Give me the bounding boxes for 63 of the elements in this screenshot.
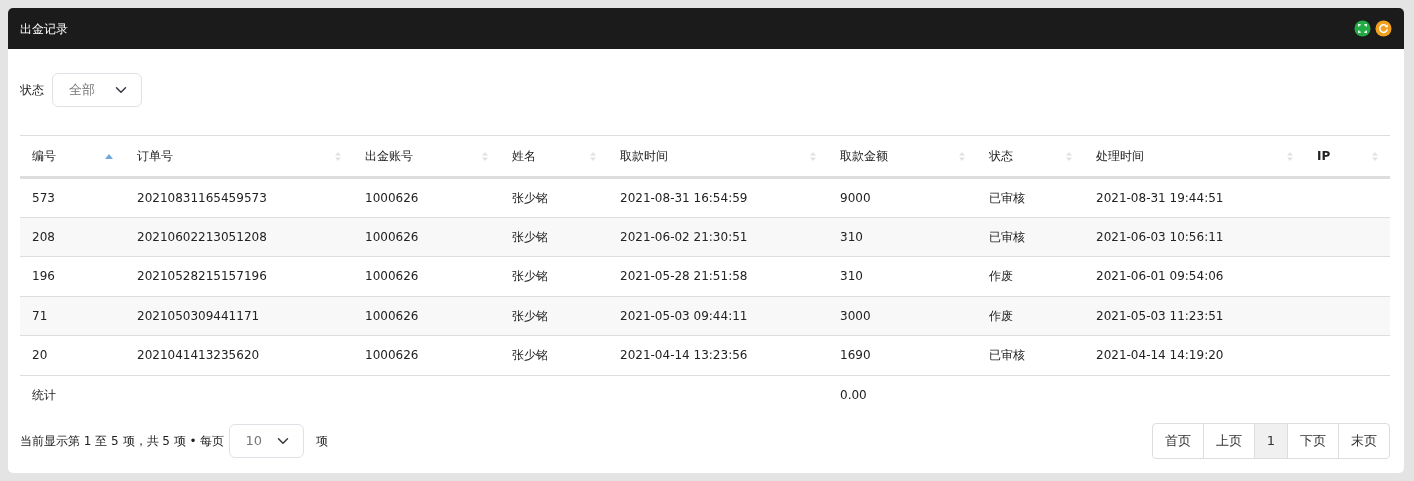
table-cell: 20 (32, 348, 48, 363)
column-header[interactable]: 编号 (20, 135, 125, 178)
table-cell: 1000626 (365, 348, 419, 363)
column-header[interactable]: 取款时间 (608, 135, 828, 178)
table-cell: 已审核 (989, 348, 1025, 363)
table-cell: 1690 (840, 348, 871, 363)
table-cell: 2021-05-28 21:51:58 (620, 269, 748, 284)
table-cell: 2021-05-03 09:44:11 (620, 308, 748, 323)
table-cell: 2021050309441171 (137, 308, 260, 323)
table-cell: 310 (840, 269, 863, 284)
table-cell: 2021-08-31 16:54:59 (620, 190, 748, 205)
refresh-icon[interactable] (1375, 20, 1392, 37)
page-size-dropdown[interactable]: 10 (228, 423, 304, 458)
summary-total: 0.00 (840, 388, 867, 402)
column-header[interactable]: 出金账号 (353, 135, 500, 178)
status-dropdown[interactable]: 全部 (52, 73, 142, 107)
table-cell: 1000626 (365, 229, 419, 244)
table-cell: 已审核 (989, 190, 1025, 205)
column-header[interactable]: IP (1305, 135, 1390, 178)
fullscreen-icon[interactable] (1354, 20, 1371, 37)
table-cell: 张少铭 (512, 308, 548, 323)
column-header[interactable]: 取款金额 (828, 135, 977, 178)
page-button[interactable]: 首页 (1151, 422, 1204, 459)
table-cell: 2021-06-02 21:30:51 (620, 229, 748, 244)
page-button[interactable]: 末页 (1338, 422, 1390, 459)
table-cell: 20210831165459573 (137, 190, 267, 205)
column-header[interactable]: 状态 (977, 135, 1084, 178)
column-header[interactable]: 处理时间 (1084, 135, 1305, 178)
table-cell: 张少铭 (512, 269, 548, 284)
page-button[interactable]: 上页 (1202, 422, 1255, 459)
table-cell: 310 (840, 229, 863, 244)
table-cell: 2021-05-03 11:23:51 (1096, 308, 1224, 323)
table-cell: 已审核 (989, 229, 1025, 244)
table-cell: 作废 (989, 269, 1013, 284)
table-cell: 2021041413235620 (137, 348, 260, 363)
table-cell: 1000626 (365, 190, 419, 205)
table-cell: 作废 (989, 308, 1013, 323)
table-cell: 1000626 (365, 308, 419, 323)
table-cell: 3000 (840, 308, 871, 323)
table-cell: 208 (32, 229, 55, 244)
table-cell: 20210602213051208 (137, 229, 267, 244)
table-cell: 2021-06-01 09:54:06 (1096, 269, 1224, 284)
table-cell: 196 (32, 269, 55, 284)
pagination-info: 当前显示第 1 至 5 项，共 5 项 • 每页 (20, 432, 225, 450)
table-cell: 573 (32, 190, 55, 205)
page-size-unit: 项 (315, 432, 328, 450)
column-header[interactable]: 姓名 (500, 135, 608, 178)
table-cell: 1000626 (365, 269, 419, 284)
table-cell: 张少铭 (512, 348, 548, 363)
table-cell: 9000 (840, 190, 871, 205)
panel-title: 出金记录 (20, 20, 68, 38)
summary-label: 统计 (32, 388, 56, 402)
table-cell: 2021-08-31 19:44:51 (1096, 190, 1224, 205)
table-cell: 71 (32, 308, 48, 323)
table-cell: 2021-06-03 10:56:11 (1096, 229, 1224, 244)
column-header[interactable]: 订单号 (125, 135, 353, 178)
table-cell: 20210528215157196 (137, 269, 267, 284)
table-cell: 2021-04-14 13:23:56 (620, 348, 748, 363)
table-cell: 张少铭 (512, 190, 548, 205)
table-cell: 张少铭 (512, 229, 548, 244)
page-button[interactable]: 下页 (1287, 422, 1339, 459)
filter-label: 状态 (20, 82, 44, 99)
table-cell: 2021-04-14 14:19:20 (1096, 348, 1224, 363)
